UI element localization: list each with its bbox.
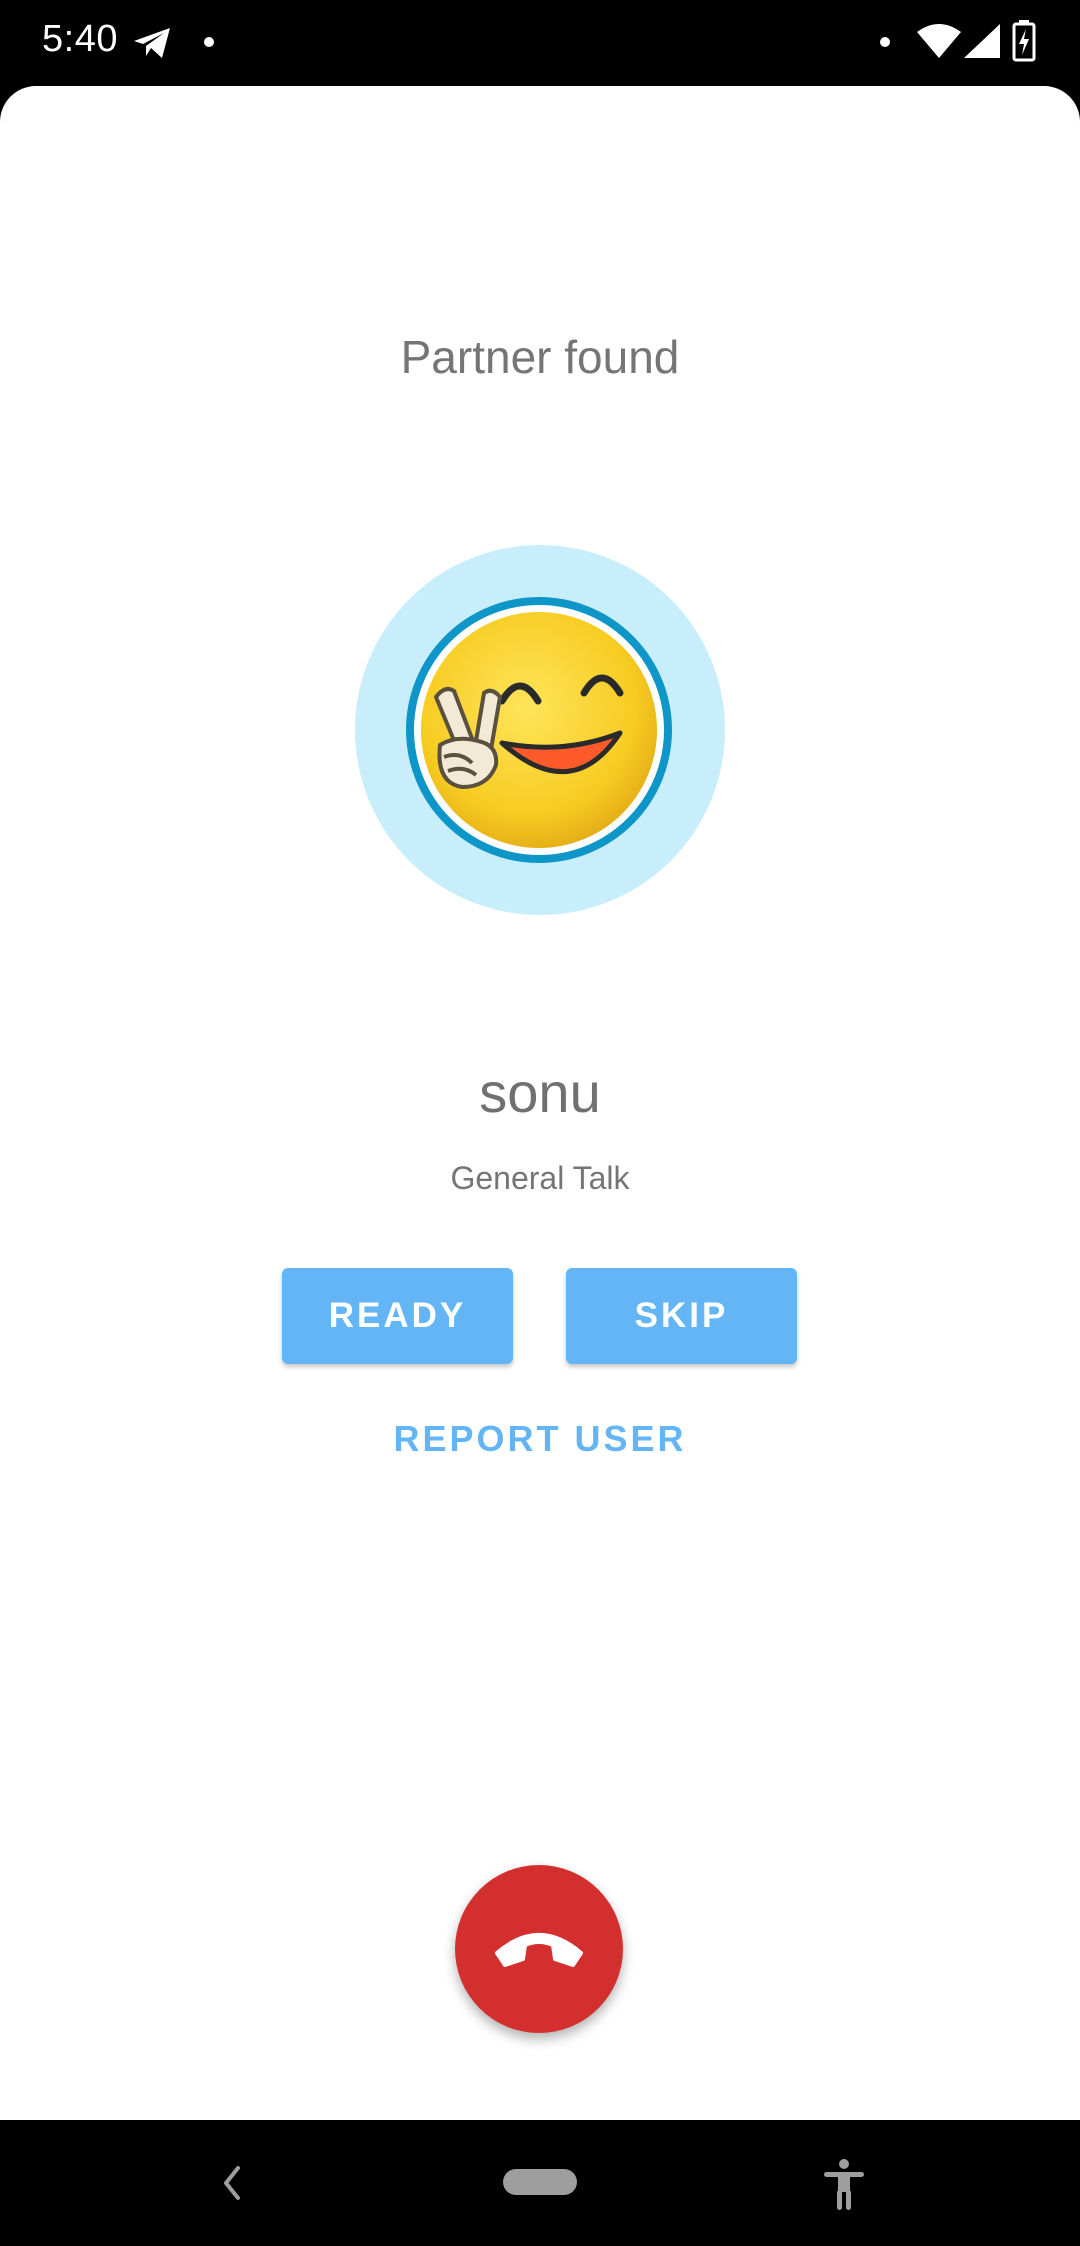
avatar: [406, 597, 672, 863]
status-bar: 5:40: [0, 0, 1080, 86]
navigation-bar: [0, 2120, 1080, 2246]
notification-dot-icon: [204, 37, 214, 47]
status-time: 5:40: [42, 18, 118, 60]
page-title: Partner found: [400, 331, 680, 383]
report-user-button[interactable]: REPORT USER: [0, 1418, 1080, 1460]
skip-button[interactable]: SKIP: [566, 1268, 797, 1364]
back-chevron-icon[interactable]: [220, 2162, 244, 2204]
phone-hangup-icon: [495, 1933, 583, 1967]
notification-dot-icon: [880, 37, 890, 47]
accessibility-icon[interactable]: [822, 2158, 866, 2212]
home-pill-icon[interactable]: [502, 2168, 578, 2196]
battery-charging-icon: [1012, 20, 1036, 62]
signal-icon: [964, 24, 1000, 58]
partner-topic: General Talk: [450, 1160, 630, 1196]
telegram-icon: [134, 28, 170, 58]
peace-smiley-emoji: [421, 612, 657, 848]
partner-username: sonu: [479, 1061, 601, 1124]
hangup-button[interactable]: [455, 1865, 623, 2033]
ready-button[interactable]: READY: [282, 1268, 513, 1364]
wifi-icon: [917, 24, 961, 58]
